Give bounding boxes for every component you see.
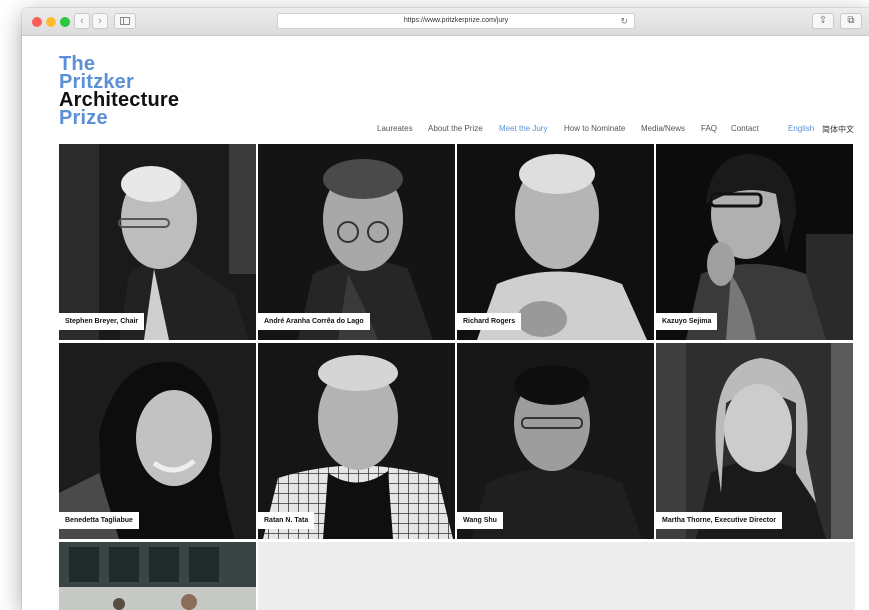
show-tabs-icon[interactable]: ⧉ — [840, 13, 862, 29]
portrait-photo-icon — [258, 144, 455, 340]
browser-toolbar: ‹ › https://www.pritzkerprize.com/jury ↻… — [22, 8, 869, 36]
reload-icon[interactable]: ↻ — [620, 14, 628, 28]
browser-window: ‹ › https://www.pritzkerprize.com/jury ↻… — [22, 8, 869, 610]
sidebar-toggle-icon[interactable] — [114, 13, 136, 29]
address-bar[interactable]: https://www.pritzkerprize.com/jury ↻ — [277, 13, 635, 29]
jury-name-label: Ratan N. Tata — [258, 512, 315, 529]
portrait-photo-icon — [258, 343, 455, 539]
lang-english[interactable]: English — [788, 124, 814, 133]
nav-item-contact[interactable]: Contact — [731, 124, 759, 133]
jury-card[interactable]: Kazuyo Sejima — [656, 144, 853, 340]
empty-grid-area — [258, 542, 855, 610]
nav-item-jury[interactable]: Meet the Jury — [499, 124, 547, 133]
portrait-photo-icon — [59, 343, 256, 539]
portrait-photo-icon — [457, 144, 654, 340]
logo-line-prize: Prize — [59, 107, 108, 129]
nav-item-about[interactable]: About the Prize — [428, 124, 483, 133]
portrait-photo-icon — [656, 144, 853, 340]
forward-button[interactable]: › — [92, 13, 108, 29]
nav-item-nominate[interactable]: How to Nominate — [564, 124, 625, 133]
jury-name-label: Kazuyo Sejima — [656, 313, 718, 330]
jury-card[interactable]: Wang Shu — [457, 343, 654, 539]
portrait-photo-icon — [656, 343, 853, 539]
jury-card[interactable]: Ratan N. Tata — [258, 343, 455, 539]
jury-name-label: André Aranha Corrêa do Lago — [258, 313, 370, 330]
jury-name-label: Martha Thorne, Executive Director — [656, 512, 782, 529]
close-window-icon[interactable] — [32, 17, 42, 27]
jury-card[interactable]: Stephen Breyer, Chair — [59, 144, 256, 340]
jury-card[interactable]: André Aranha Corrêa do Lago — [258, 144, 455, 340]
zoom-window-icon[interactable] — [60, 17, 70, 27]
jury-name-label: Richard Rogers — [457, 313, 522, 330]
jury-name-label: Wang Shu — [457, 512, 503, 529]
back-button[interactable]: ‹ — [74, 13, 90, 29]
portrait-photo-icon — [457, 343, 654, 539]
url-text: https://www.pritzkerprize.com/jury — [403, 17, 509, 24]
nav-item-laureates[interactable]: Laureates — [377, 124, 413, 133]
pritzker-logo[interactable]: The Pritzker Architecture Prize — [59, 54, 179, 129]
lang-chinese[interactable]: 简体中文 — [822, 124, 854, 135]
jury-card[interactable]: Benedetta Tagliabue — [59, 343, 256, 539]
jury-group-photo[interactable] — [59, 542, 256, 610]
group-photo-icon — [59, 542, 256, 610]
minimize-window-icon[interactable] — [46, 17, 56, 27]
nav-item-faq[interactable]: FAQ — [701, 124, 717, 133]
share-icon[interactable]: ⇪ — [812, 13, 834, 29]
page-content: The Pritzker Architecture Prize Laureate… — [22, 36, 869, 610]
nav-item-media[interactable]: Media/News — [641, 124, 685, 133]
jury-name-label: Benedetta Tagliabue — [59, 512, 139, 529]
portrait-photo-icon — [59, 144, 256, 340]
jury-card[interactable]: Martha Thorne, Executive Director — [656, 343, 853, 539]
jury-card[interactable]: Richard Rogers — [457, 144, 654, 340]
jury-name-label: Stephen Breyer, Chair — [59, 313, 145, 330]
